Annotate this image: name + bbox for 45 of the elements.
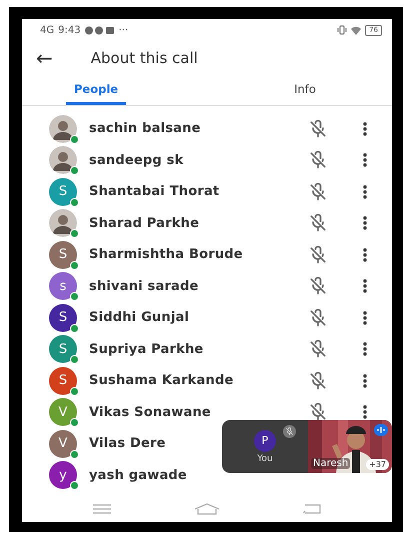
participant-name: Supriya Parkhe	[89, 342, 204, 357]
online-dot	[70, 355, 79, 364]
network-label: 4G	[40, 24, 54, 36]
status-time: 9:43	[58, 24, 81, 36]
participant-name: shivani sarade	[89, 278, 199, 294]
participant-name: Sushama Karkande	[89, 373, 234, 388]
participant-name: Vilas Dere	[89, 436, 166, 452]
avatar: S	[49, 178, 77, 206]
avatar: S	[49, 304, 77, 332]
vibrate-icon	[337, 25, 348, 35]
speaker-name: Naresh	[311, 458, 350, 469]
back-button[interactable]: ←	[32, 46, 57, 70]
video-overlay[interactable]: P You Naresh +37	[222, 420, 392, 473]
screen-title: About this call	[90, 49, 198, 67]
wifi-icon	[351, 26, 362, 34]
avatar-icon	[49, 114, 77, 143]
participant-name: sachin balsane	[89, 121, 201, 136]
avatar: V	[49, 398, 77, 426]
avatar-icon	[49, 146, 77, 174]
avatar-icon	[49, 209, 77, 238]
tab[interactable]: Info	[286, 75, 324, 105]
avatar: y	[49, 461, 77, 490]
online-dot	[70, 292, 79, 302]
avatar: S	[49, 335, 77, 364]
online-dot	[70, 418, 79, 428]
online-dot	[70, 166, 79, 176]
avatar: S	[49, 240, 77, 269]
more-notifications: ···	[118, 24, 128, 36]
online-dot	[70, 229, 79, 238]
avatar: P	[254, 430, 276, 452]
notification-icons	[84, 26, 115, 34]
online-dot	[70, 481, 79, 490]
participant-name: Sharad Parkhe	[89, 216, 200, 231]
participant-count-badge: +37	[366, 459, 389, 470]
participant-name: Sharmishtha Borude	[89, 247, 243, 262]
participant-name: sandeepg sk	[89, 152, 184, 168]
participant-name: Shantabai Thorat	[89, 184, 220, 200]
participant-name: Siddhi Gunjal	[89, 310, 190, 326]
participant-name: yash gawade	[89, 468, 187, 483]
avatar: s	[49, 272, 77, 300]
tab[interactable]: People	[66, 75, 126, 105]
participant-name: Vikas Sonawane	[89, 404, 211, 420]
avatar: S	[49, 366, 77, 395]
avatar: V	[49, 430, 77, 458]
self-label: You	[257, 454, 273, 464]
